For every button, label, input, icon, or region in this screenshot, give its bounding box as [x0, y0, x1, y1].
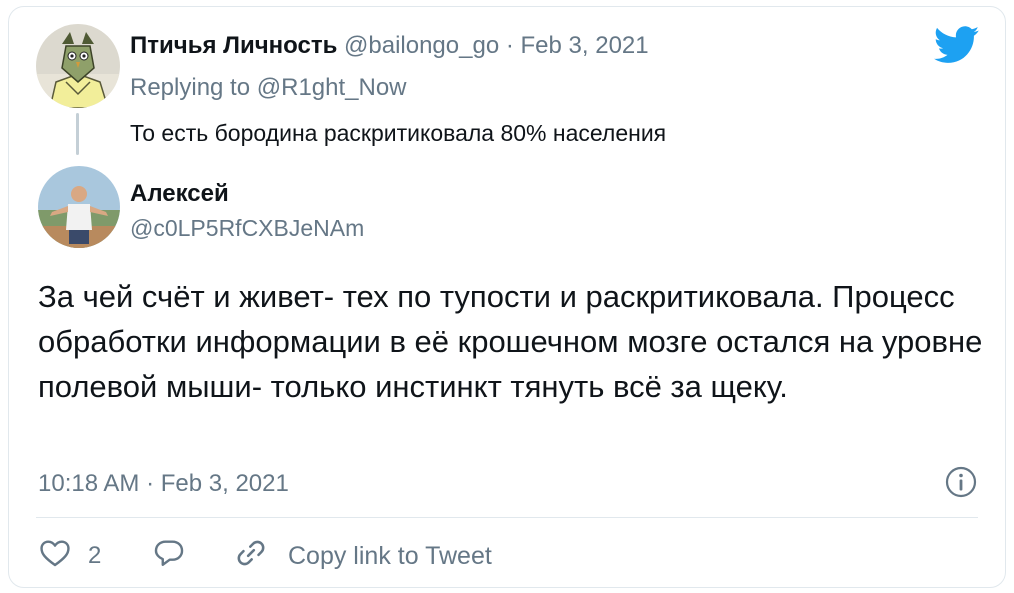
reply-timestamp[interactable]: 10:18 AM · Feb 3, 2021: [38, 468, 289, 500]
parent-handle[interactable]: @bailongo_go: [344, 32, 499, 59]
like-button[interactable]: [38, 536, 72, 575]
replying-prefix: Replying to: [130, 74, 257, 101]
parent-date[interactable]: Feb 3, 2021: [521, 32, 649, 59]
reply-bubble-icon: [152, 536, 186, 575]
parent-header: Птичья Личность @bailongo_go · Feb 3, 20…: [130, 30, 649, 62]
copy-link-button[interactable]: [234, 536, 268, 575]
replying-to-handle[interactable]: @R1ght_Now: [257, 74, 407, 101]
twitter-bird-icon[interactable]: [933, 26, 980, 69]
reply-tweet-text: За чей счёт и живет- тех по тупости и ра…: [38, 279, 983, 404]
like-count[interactable]: 2: [88, 541, 101, 571]
parent-display-name[interactable]: Птичья Личность: [130, 32, 337, 59]
reply-display-name[interactable]: Алексей: [130, 178, 229, 210]
parent-avatar[interactable]: [36, 24, 120, 108]
reply-avatar[interactable]: [38, 166, 120, 248]
parent-separator: ·: [505, 32, 514, 59]
copy-link-label[interactable]: Copy link to Tweet: [288, 541, 492, 571]
reply-button[interactable]: [152, 536, 186, 575]
heart-icon: [38, 536, 72, 575]
actions-divider: [36, 517, 978, 518]
replying-to-line: Replying to @R1ght_Now: [130, 72, 407, 104]
reply-handle[interactable]: @c0LP5RfCXBJeNAm: [130, 212, 364, 244]
thread-connector-line: [76, 113, 79, 155]
parent-tweet-text: То есть бородина раскритиковала 80% насе…: [130, 120, 667, 146]
info-icon[interactable]: [944, 465, 978, 504]
link-icon: [234, 536, 268, 575]
